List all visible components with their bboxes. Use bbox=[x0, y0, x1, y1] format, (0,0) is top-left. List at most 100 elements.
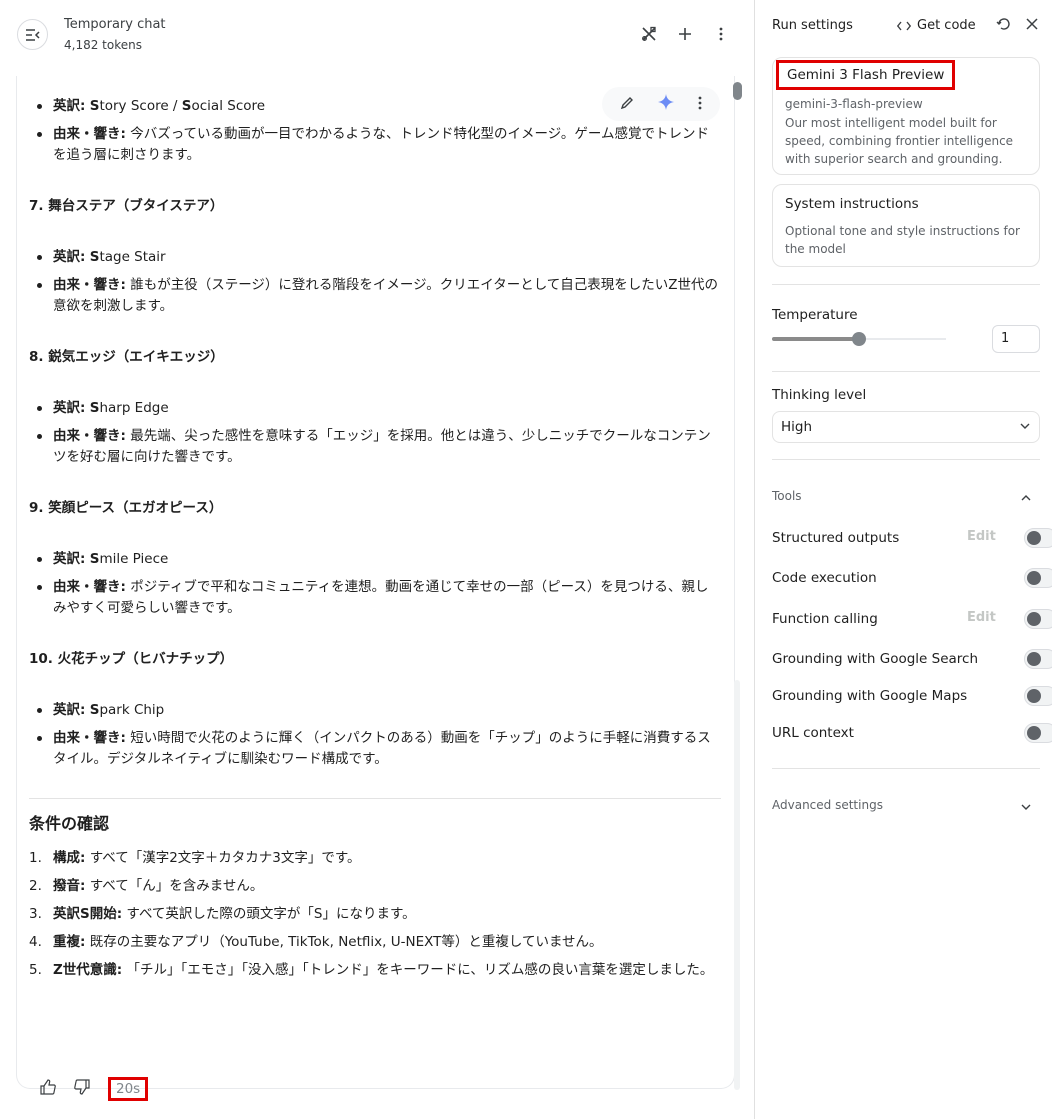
thumbs-up-button[interactable] bbox=[40, 1079, 56, 1099]
origin-label: 由来・響き: bbox=[53, 126, 126, 142]
origin-text: 今バズっている動画が一目でわかるような、トレンド特化型のイメージ。ゲーム感覚でト… bbox=[53, 126, 709, 163]
condition-text: 「チル」「エモさ」「没入感」「トレンド」をキーワードに、リズム感の良い言葉を選定… bbox=[126, 962, 714, 978]
tool-grounding-google-maps: Grounding with Google Maps bbox=[772, 686, 1052, 706]
chat-area: Temporary chat 4,182 tokens 英訳: Story Sc… bbox=[0, 0, 754, 1119]
toggle-knob bbox=[1027, 531, 1041, 545]
compare-button[interactable] bbox=[638, 23, 660, 45]
system-instructions-placeholder: Optional tone and style instructions for… bbox=[785, 224, 1020, 256]
chevron-down-icon bbox=[1020, 423, 1030, 429]
item-number: 3. bbox=[29, 906, 42, 922]
conditions-title: 条件の確認 bbox=[29, 814, 110, 833]
section-heading: 7. 舞台ステア（ブタイステア） bbox=[29, 198, 224, 214]
condition-label: 構成: bbox=[53, 850, 86, 866]
header-actions bbox=[638, 23, 732, 45]
url-context-toggle[interactable] bbox=[1024, 723, 1052, 743]
tool-url-context: URL context bbox=[772, 723, 1052, 743]
divider bbox=[772, 284, 1040, 285]
system-instructions-card[interactable]: System instructions Optional tone and st… bbox=[772, 184, 1040, 267]
slider-handle[interactable] bbox=[852, 332, 866, 346]
model-selector[interactable]: Gemini 3 Flash Preview gemini-3-flash-pr… bbox=[772, 57, 1040, 175]
item-number: 1. bbox=[29, 850, 42, 866]
chevron-up-icon bbox=[1021, 495, 1031, 501]
scrollbar-track bbox=[734, 680, 740, 1090]
advanced-settings-expand-button[interactable] bbox=[1020, 798, 1032, 817]
origin-text: 最先端、尖った感性を意味する「エッジ」を採用。他とは違う、少しニッチでクールなコ… bbox=[53, 428, 711, 465]
section-heading: 9. 笑顔ピース（エガオピース） bbox=[29, 500, 223, 516]
item-number: 5. bbox=[29, 962, 42, 978]
more-options-button[interactable] bbox=[710, 23, 732, 45]
chat-scrollbar[interactable] bbox=[732, 80, 742, 1090]
origin-label: 由来・響き: bbox=[53, 579, 126, 595]
thumbs-down-icon bbox=[74, 1079, 90, 1095]
origin-label: 由来・響き: bbox=[53, 277, 126, 293]
model-description: Our most intelligent model built for spe… bbox=[785, 116, 1014, 166]
edit-function-calling-button[interactable]: Edit bbox=[967, 610, 996, 625]
origin-text: 短い時間で火花のように輝く（インパクトのある）動画を「チップ」のように手軽に消費… bbox=[53, 730, 711, 767]
toggle-sidebar-button[interactable] bbox=[17, 19, 48, 50]
initial-s: S bbox=[89, 400, 100, 416]
close-panel-button[interactable] bbox=[1024, 16, 1040, 36]
list-item: 英訳: Stage Stair bbox=[29, 247, 721, 268]
initial-s: S bbox=[181, 98, 192, 114]
chat-header: Temporary chat 4,182 tokens bbox=[0, 0, 754, 70]
google-maps-toggle[interactable] bbox=[1024, 686, 1052, 706]
get-code-label: Get code bbox=[917, 18, 976, 33]
google-search-toggle[interactable] bbox=[1024, 649, 1052, 669]
thumbs-down-button[interactable] bbox=[74, 1079, 90, 1099]
condition-label: 重複: bbox=[53, 934, 86, 950]
code-execution-toggle[interactable] bbox=[1024, 568, 1052, 588]
elapsed-time: 20s bbox=[108, 1077, 149, 1101]
token-count: 4,182 tokens bbox=[64, 38, 142, 52]
tool-function-calling: Function calling Edit bbox=[772, 609, 1052, 629]
initial-s: S bbox=[89, 702, 100, 718]
item-number: 2. bbox=[29, 878, 42, 894]
chevron-down-icon bbox=[1021, 804, 1031, 810]
item-number: 4. bbox=[29, 934, 42, 950]
temperature-input[interactable]: 1 bbox=[992, 325, 1040, 353]
initial-s: S bbox=[89, 98, 100, 114]
condition-text: すべて「漢字2文字＋カタカナ3文字」です。 bbox=[89, 850, 361, 866]
list-item: 英訳: Story Score / Social Score bbox=[29, 96, 721, 117]
en-label: 英訳: bbox=[53, 98, 86, 114]
list-item: 由来・響き: 今バズっている動画が一目でわかるような、トレンド特化型のイメージ。… bbox=[29, 124, 721, 166]
divider bbox=[772, 371, 1040, 372]
list-item: 由来・響き: ポジティブで平和なコミュニティを連想。動画を通じて幸せの一部（ピー… bbox=[29, 577, 721, 619]
tools-collapse-button[interactable] bbox=[1020, 489, 1032, 508]
tool-name: Function calling bbox=[772, 611, 878, 627]
scrollbar-thumb[interactable] bbox=[733, 82, 742, 100]
response-content: 英訳: Story Score / Social Score 由来・響き: 今バ… bbox=[29, 96, 721, 988]
new-chat-button[interactable] bbox=[674, 23, 696, 45]
list-item: 英訳: Sharp Edge bbox=[29, 398, 721, 419]
panel-header: Run settings Get code bbox=[772, 18, 1040, 38]
close-icon bbox=[1026, 18, 1038, 30]
thinking-level-select[interactable]: High bbox=[772, 411, 1040, 443]
thumbs-up-icon bbox=[40, 1079, 56, 1095]
en-text: tory Score / bbox=[99, 98, 182, 114]
temperature-slider[interactable] bbox=[772, 332, 946, 346]
section-heading: 10. 火花チップ（ヒバナチップ） bbox=[29, 651, 234, 667]
list-item: 由来・響き: 短い時間で火花のように輝く（インパクトのある）動画を「チップ」のよ… bbox=[29, 728, 721, 770]
function-calling-toggle[interactable] bbox=[1024, 609, 1052, 629]
reset-settings-button[interactable] bbox=[996, 16, 1012, 36]
item-10-list: 英訳: Spark Chip 由来・響き: 短い時間で火花のように輝く（インパク… bbox=[29, 700, 721, 770]
condition-text: 既存の主要なアプリ（YouTube, TikTok, Netflix, U-NE… bbox=[89, 934, 603, 950]
get-code-button[interactable]: Get code bbox=[897, 18, 976, 33]
code-icon bbox=[897, 21, 911, 30]
tool-name: Structured outputs bbox=[772, 530, 900, 546]
en-text: park Chip bbox=[99, 702, 165, 718]
list-item: 英訳: Smile Piece bbox=[29, 549, 721, 570]
plus-icon bbox=[679, 28, 691, 40]
list-item: 3. 英訳S開始: すべて英訳した際の頭文字が「S」になります。 bbox=[29, 904, 721, 925]
menu-collapse-icon bbox=[25, 28, 40, 41]
model-id: gemini-3-flash-preview bbox=[785, 97, 923, 111]
tool-name: Grounding with Google Search bbox=[772, 651, 979, 667]
edit-structured-outputs-button[interactable]: Edit bbox=[967, 529, 996, 544]
tool-name: Grounding with Google Maps bbox=[772, 688, 968, 704]
divider bbox=[772, 459, 1040, 460]
divider bbox=[29, 798, 721, 799]
en-text: tage Stair bbox=[99, 249, 166, 265]
structured-outputs-toggle[interactable] bbox=[1024, 528, 1052, 548]
tool-code-execution: Code execution bbox=[772, 568, 1052, 588]
en-label: 英訳: bbox=[53, 551, 86, 567]
en-label: 英訳: bbox=[53, 400, 86, 416]
